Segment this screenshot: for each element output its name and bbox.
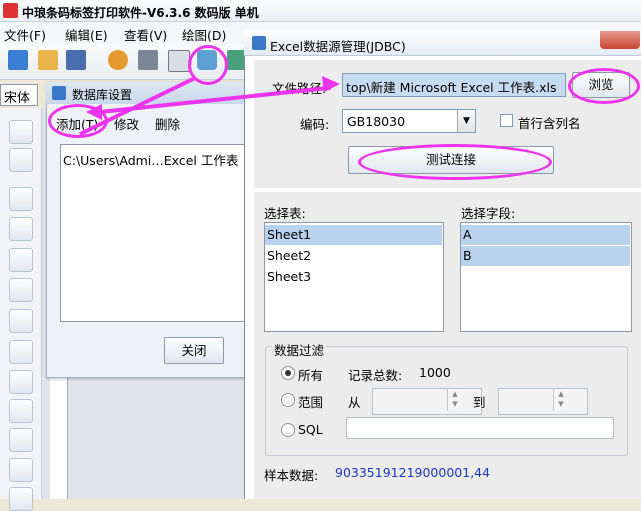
arrowhead-icon xyxy=(322,76,340,92)
annotation-arrowheads xyxy=(86,76,340,120)
arrowhead-icon xyxy=(86,104,102,120)
